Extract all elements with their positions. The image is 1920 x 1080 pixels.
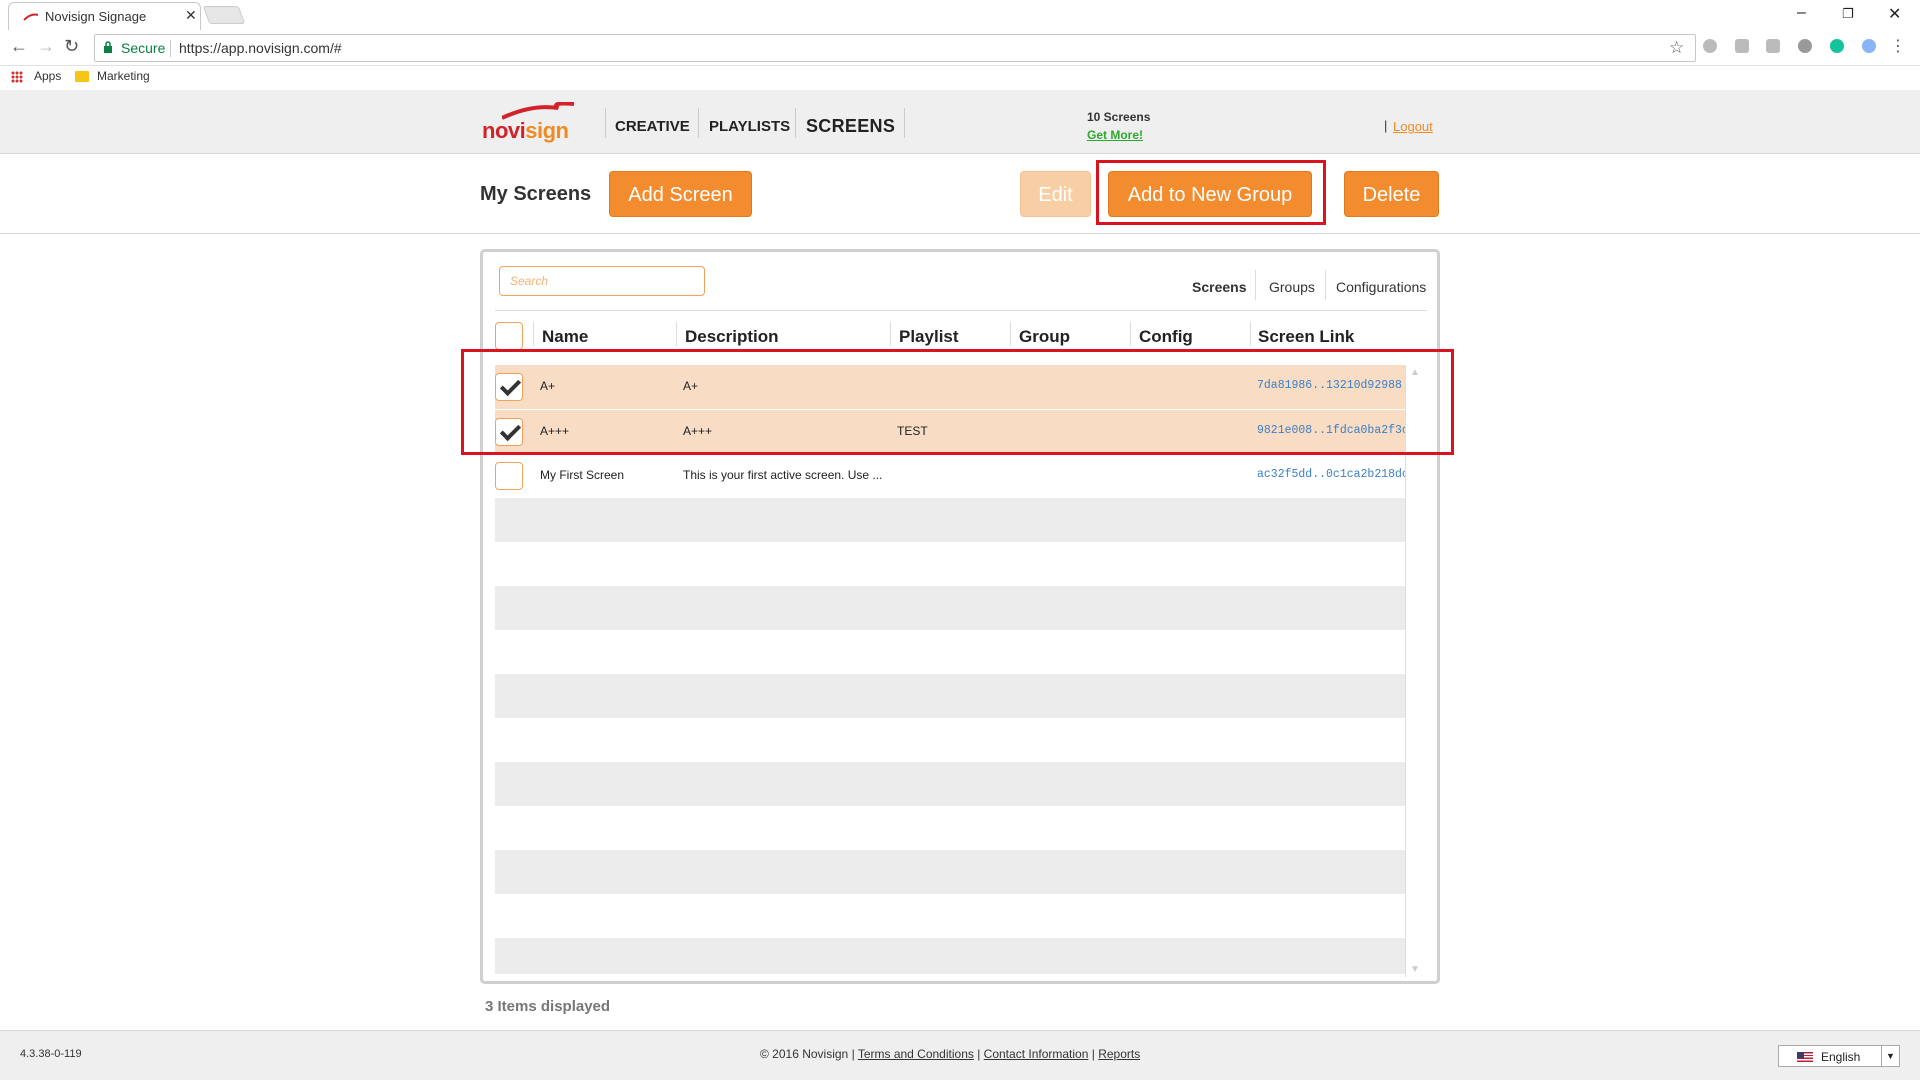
chrome-menu-icon[interactable]: ⋮ xyxy=(1890,36,1906,56)
forward-icon[interactable]: → xyxy=(37,36,55,57)
tab-groups[interactable]: Groups xyxy=(1269,279,1315,295)
row-checkbox[interactable] xyxy=(495,462,523,490)
bookmark-star-icon[interactable]: ☆ xyxy=(1669,38,1684,58)
terms-link[interactable]: Terms and Conditions xyxy=(858,1047,974,1061)
extension-u-icon[interactable] xyxy=(1703,39,1717,53)
column-header-description[interactable]: Description xyxy=(685,327,779,347)
tab-title: Novisign Signage xyxy=(45,9,147,24)
browser-toolbar: ← → ↻ Secure https://app.novisign.com/# … xyxy=(0,30,1920,66)
restore-icon[interactable]: ❐ xyxy=(1842,6,1854,22)
tab-screens[interactable]: Screens xyxy=(1192,279,1246,295)
empty-row xyxy=(495,762,1412,806)
screens-toolbar: My Screens Add Screen Edit Add to New Gr… xyxy=(0,155,1920,234)
contact-link[interactable]: Contact Information xyxy=(984,1047,1089,1061)
extension-g-icon[interactable] xyxy=(1735,39,1749,53)
nav-divider xyxy=(904,108,905,138)
logo-text-novi: novi xyxy=(482,118,526,143)
lock-icon xyxy=(104,41,112,53)
header-divider xyxy=(495,310,1427,311)
tab-divider xyxy=(1325,270,1326,300)
scroll-down-icon[interactable]: ▼ xyxy=(1410,964,1420,975)
items-displayed-count: 3 Items displayed xyxy=(485,998,611,1015)
column-divider xyxy=(676,322,677,346)
folder-icon xyxy=(75,71,89,82)
novisign-logo[interactable]: novisign xyxy=(482,102,578,143)
extension-pdf-icon[interactable] xyxy=(1766,39,1780,53)
browser-tabbar: Novisign Signage ✕ – ❐ ✕ xyxy=(0,0,1920,30)
column-divider xyxy=(1010,322,1011,346)
bookmarks-bar: Apps Marketing xyxy=(0,66,1920,90)
app-header: novisign CREATIVE PLAYLISTS SCREENS 10 S… xyxy=(0,90,1920,154)
column-divider xyxy=(1130,322,1131,346)
logo-text-sign: sign xyxy=(525,118,569,143)
nav-screens[interactable]: SCREENS xyxy=(806,116,895,137)
empty-row xyxy=(495,674,1412,718)
page-title: My Screens xyxy=(480,183,592,205)
logout-divider: | xyxy=(1384,118,1388,133)
delete-button[interactable]: Delete xyxy=(1344,171,1439,217)
cell-screen-link[interactable]: ac32f5dd..0c1ca2b218dc xyxy=(1257,468,1407,481)
tab-close-icon[interactable]: ✕ xyxy=(185,7,197,24)
browser-tab[interactable]: Novisign Signage ✕ xyxy=(8,2,201,30)
language-select[interactable]: English ▼ xyxy=(1778,1045,1900,1067)
us-flag-icon xyxy=(1797,1052,1813,1062)
cell-name: My First Screen xyxy=(540,468,625,482)
tab-divider xyxy=(1255,270,1256,300)
screens-count: 10 Screens xyxy=(1087,110,1151,124)
back-icon[interactable]: ← xyxy=(10,36,28,57)
empty-row xyxy=(495,938,1412,974)
copyright-text: © 2016 Novisign xyxy=(760,1047,849,1061)
table-row[interactable]: My First Screen This is your first activ… xyxy=(495,454,1412,498)
address-bar[interactable]: Secure https://app.novisign.com/# ☆ xyxy=(94,34,1696,62)
logout-link[interactable]: Logout xyxy=(1393,119,1433,134)
chevron-down-icon[interactable]: ▼ xyxy=(1881,1046,1899,1066)
nav-divider xyxy=(605,108,606,138)
cell-description: This is your first active screen. Use ..… xyxy=(683,468,883,482)
highlight-box-add-group xyxy=(1096,160,1326,225)
tab-configurations[interactable]: Configurations xyxy=(1336,279,1426,295)
select-all-checkbox[interactable] xyxy=(495,322,523,350)
empty-row xyxy=(495,498,1412,542)
get-more-link[interactable]: Get More! xyxy=(1087,128,1143,142)
reload-icon[interactable]: ↻ xyxy=(64,36,79,57)
grammarly-icon[interactable] xyxy=(1830,39,1844,53)
nav-divider xyxy=(698,108,699,138)
search-input[interactable] xyxy=(499,266,705,296)
column-header-name[interactable]: Name xyxy=(542,327,588,347)
nav-divider xyxy=(795,108,796,138)
column-divider xyxy=(890,322,891,346)
reports-link[interactable]: Reports xyxy=(1098,1047,1140,1061)
empty-row xyxy=(495,586,1412,630)
apps-grid-icon[interactable] xyxy=(11,71,23,83)
url-text[interactable]: https://app.novisign.com/# xyxy=(179,40,342,56)
nav-playlists[interactable]: PLAYLISTS xyxy=(709,118,790,135)
grid-scrollbar[interactable]: ▲ ▼ xyxy=(1405,365,1425,977)
secure-label: Secure xyxy=(121,40,166,56)
nav-creative[interactable]: CREATIVE xyxy=(615,118,690,135)
add-screen-button[interactable]: Add Screen xyxy=(609,171,752,217)
window-close-icon[interactable]: ✕ xyxy=(1888,4,1901,24)
column-divider xyxy=(533,322,534,346)
language-label: English xyxy=(1821,1050,1861,1064)
column-header-group[interactable]: Group xyxy=(1019,327,1070,347)
column-header-config[interactable]: Config xyxy=(1139,327,1193,347)
omnibox-divider xyxy=(170,40,171,57)
empty-row xyxy=(495,850,1412,894)
cloud-icon[interactable] xyxy=(1862,39,1876,53)
minimize-icon[interactable]: – xyxy=(1797,4,1806,22)
footer-links: © 2016 Novisign | Terms and Conditions |… xyxy=(760,1047,1141,1061)
column-header-playlist[interactable]: Playlist xyxy=(899,327,959,347)
bookmark-apps[interactable]: Apps xyxy=(34,69,61,83)
column-divider xyxy=(1250,322,1251,346)
novisign-favicon-icon xyxy=(23,13,39,21)
extension-bug-icon[interactable] xyxy=(1798,39,1812,53)
edit-button[interactable]: Edit xyxy=(1020,171,1091,217)
bookmark-marketing[interactable]: Marketing xyxy=(97,69,150,83)
new-tab-button[interactable] xyxy=(202,6,246,24)
highlight-box-selected-rows xyxy=(461,349,1454,455)
app-footer: 4.3.38-0-119 © 2016 Novisign | Terms and… xyxy=(0,1030,1920,1080)
column-header-screen-link[interactable]: Screen Link xyxy=(1258,327,1354,347)
version-label: 4.3.38-0-119 xyxy=(20,1048,82,1060)
